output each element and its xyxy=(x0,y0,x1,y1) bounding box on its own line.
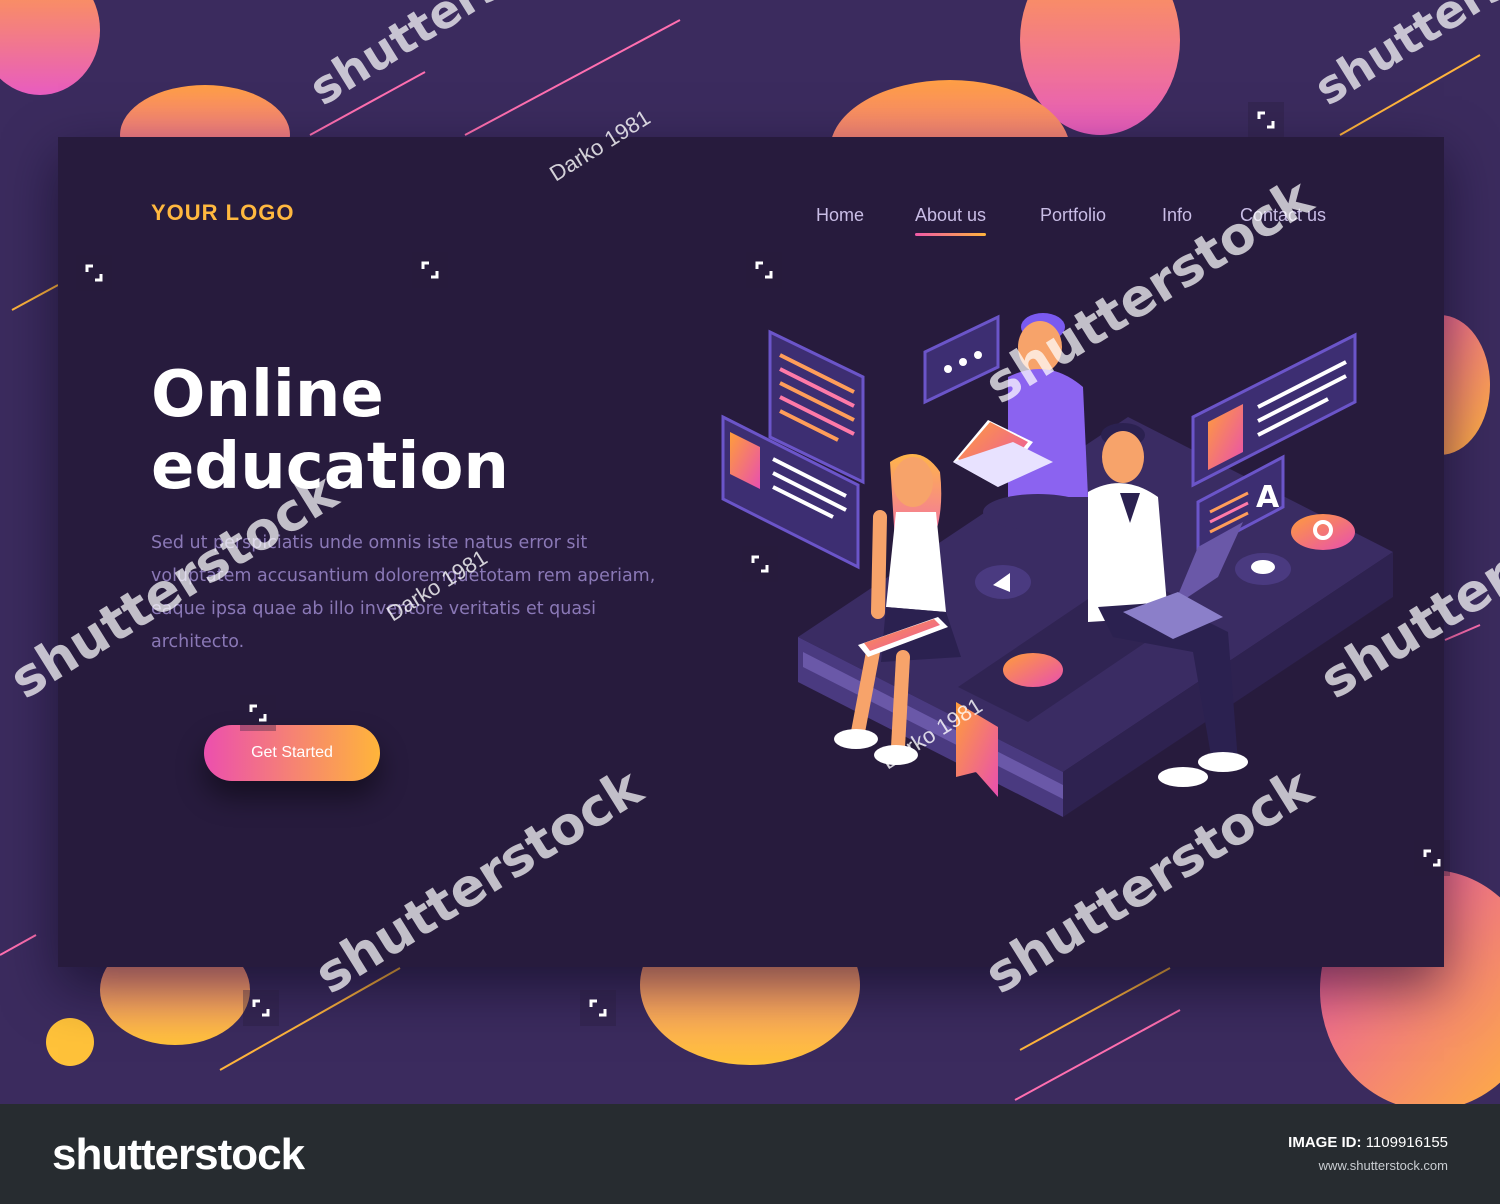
watermark-mark-icon xyxy=(76,255,112,291)
watermark-mark-icon xyxy=(746,252,782,288)
nav-about-us[interactable]: About us xyxy=(915,205,987,236)
share-button-icon xyxy=(1003,653,1063,687)
streak xyxy=(0,934,37,956)
footer-bar: shutterstock IMAGE ID: 1109916155 www.sh… xyxy=(0,1104,1500,1204)
blob xyxy=(46,1018,94,1066)
image-id-label: IMAGE ID: xyxy=(1288,1134,1362,1151)
watermark-mark-icon xyxy=(1414,840,1450,876)
footer-brand-logo[interactable]: shutterstock xyxy=(52,1130,305,1180)
hero-title-line1: Online xyxy=(151,358,384,432)
watermark-mark-icon xyxy=(412,252,448,288)
watermark-mark-icon xyxy=(1248,102,1284,138)
streak xyxy=(1014,1009,1181,1101)
watermark-mark-icon xyxy=(240,695,276,731)
watermark-mark-icon xyxy=(243,990,279,1026)
nav-info[interactable]: Info xyxy=(1162,205,1192,226)
blob xyxy=(0,0,100,95)
hero-title: Online education xyxy=(151,359,671,503)
nav-portfolio[interactable]: Portfolio xyxy=(1040,205,1106,226)
image-id: IMAGE ID: 1109916155 xyxy=(1288,1134,1448,1151)
watermark-mark-icon xyxy=(580,990,616,1026)
svg-text:A: A xyxy=(1256,480,1280,515)
footer-url[interactable]: www.shutterstock.com xyxy=(1319,1158,1448,1173)
get-started-button[interactable]: Get Started xyxy=(204,725,380,781)
gear-button-icon xyxy=(1291,514,1355,550)
watermark-mark-icon xyxy=(742,546,778,582)
image-id-value: 1109916155 xyxy=(1365,1134,1448,1151)
nav-home[interactable]: Home xyxy=(816,205,864,226)
streak xyxy=(11,284,59,311)
